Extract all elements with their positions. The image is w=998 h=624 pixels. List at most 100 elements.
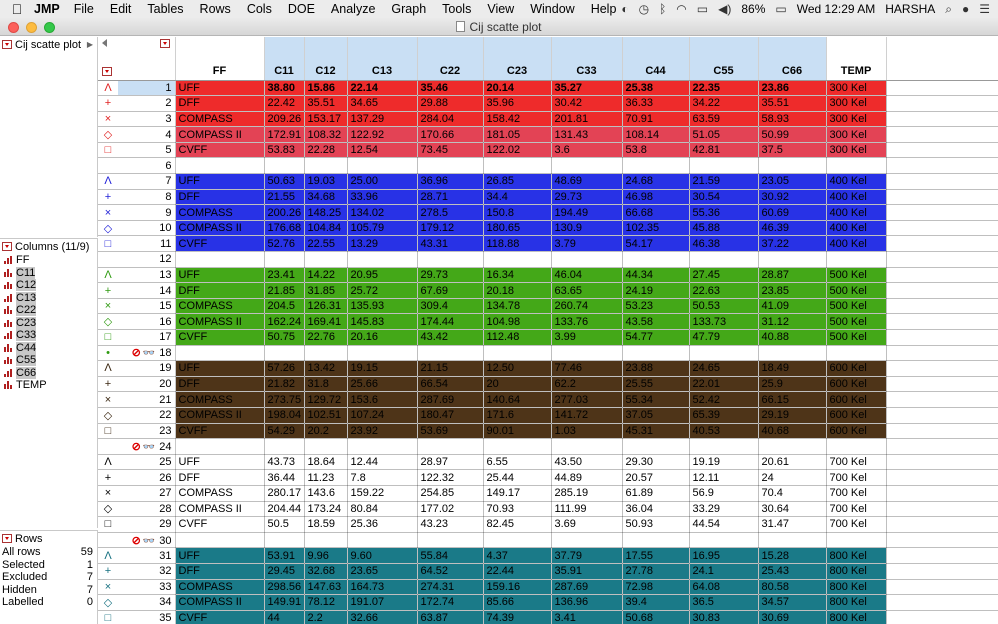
- cell-c66[interactable]: 30.69: [758, 610, 827, 624]
- column-item-c44[interactable]: C44: [0, 341, 97, 355]
- cell-c12[interactable]: 104.84: [304, 220, 348, 237]
- cell-c33[interactable]: 3.99: [551, 329, 623, 346]
- cell-c11[interactable]: 29.45: [264, 563, 305, 580]
- table-row[interactable]: +32 DFF 29.45 32.68 23.65 64.52 22.44 35.91 27.7…: [98, 563, 998, 580]
- cell-c44[interactable]: 37.05: [622, 407, 690, 424]
- cell-c11[interactable]: 36.44: [264, 469, 305, 486]
- cell-c13[interactable]: 7.8: [347, 469, 418, 486]
- cell-empty[interactable]: [886, 142, 998, 159]
- cell-c22[interactable]: 174.44: [417, 313, 484, 330]
- cell-c12[interactable]: [304, 345, 348, 362]
- cell-c55[interactable]: 133.73: [689, 313, 759, 330]
- cell-c22[interactable]: 63.87: [417, 610, 484, 624]
- cell-temp[interactable]: 300 Kel: [826, 80, 887, 97]
- cell-c11[interactable]: [264, 532, 305, 549]
- cell-c13[interactable]: 137.29: [347, 111, 418, 128]
- column-header-c55[interactable]: C55: [689, 37, 759, 81]
- cell-ff[interactable]: [175, 532, 265, 549]
- cell-empty[interactable]: [886, 111, 998, 128]
- table-row[interactable]: □ 17 CVFF 50.75 22.76 20.16 43.42 112.48 3.99 54.…: [98, 329, 998, 346]
- notification-center-icon[interactable]: ☰: [979, 2, 990, 16]
- cell-c44[interactable]: 27.78: [622, 563, 690, 580]
- cell-c33[interactable]: 130.9: [551, 220, 623, 237]
- cell-c22[interactable]: 35.46: [417, 80, 484, 97]
- cell-c44[interactable]: [622, 438, 690, 455]
- cell-c23[interactable]: 35.96: [483, 95, 552, 112]
- cell-c55[interactable]: 47.79: [689, 329, 759, 346]
- menu-help[interactable]: Help: [591, 2, 617, 16]
- cell-c23[interactable]: 22.44: [483, 563, 552, 580]
- column-item-ff[interactable]: FF: [0, 254, 97, 267]
- cell-ff[interactable]: [175, 438, 265, 455]
- cell-c13[interactable]: 12.54: [347, 142, 418, 159]
- cell-c55[interactable]: 30.83: [689, 610, 759, 624]
- cell-c33[interactable]: 285.19: [551, 485, 623, 502]
- cell-c44[interactable]: [622, 532, 690, 549]
- cell-c23[interactable]: 159.16: [483, 579, 552, 596]
- cell-empty[interactable]: [886, 126, 998, 143]
- cell-empty[interactable]: [886, 345, 998, 362]
- row-number[interactable]: 23: [118, 423, 176, 440]
- cell-c44[interactable]: 25.38: [622, 80, 690, 97]
- table-row[interactable]: □ 23 CVFF 54.29 20.2 23.92 53.69 90.01 1.03 45.31…: [98, 423, 998, 440]
- cell-temp[interactable]: 700 Kel: [826, 501, 887, 518]
- wifi-icon[interactable]: ◠: [676, 2, 686, 16]
- cell-c11[interactable]: 52.76: [264, 235, 305, 253]
- cell-c44[interactable]: 20.57: [622, 469, 690, 486]
- cell-c22[interactable]: 287.69: [417, 391, 484, 408]
- row-number[interactable]: 1: [118, 80, 176, 97]
- cell-c66[interactable]: [758, 438, 827, 455]
- cell-c12[interactable]: 102.51: [304, 407, 348, 424]
- cell-c12[interactable]: 15.86: [304, 80, 348, 97]
- cell-c55[interactable]: [689, 532, 759, 549]
- cell-c66[interactable]: 80.58: [758, 579, 827, 596]
- cell-ff[interactable]: COMPASS: [175, 204, 265, 221]
- column-header-c23[interactable]: C23: [483, 37, 552, 81]
- cell-temp[interactable]: 800 Kel: [826, 579, 887, 596]
- cell-c55[interactable]: [689, 157, 759, 175]
- cell-c22[interactable]: 170.66: [417, 126, 484, 143]
- cell-empty[interactable]: [886, 204, 998, 221]
- cell-c12[interactable]: 148.25: [304, 204, 348, 221]
- cell-c11[interactable]: 43.73: [264, 454, 305, 471]
- cell-c22[interactable]: 28.97: [417, 454, 484, 471]
- cell-c11[interactable]: 21.82: [264, 376, 305, 393]
- cell-temp[interactable]: 500 Kel: [826, 267, 887, 284]
- cell-ff[interactable]: DFF: [175, 563, 265, 580]
- cell-temp[interactable]: 500 Kel: [826, 298, 887, 315]
- cell-ff[interactable]: COMPASS: [175, 298, 265, 315]
- cell-empty[interactable]: [886, 360, 998, 377]
- cell-c11[interactable]: 172.91: [264, 126, 305, 143]
- run-script-arrow-icon[interactable]: ▶: [87, 40, 93, 49]
- row-number[interactable]: 22: [118, 407, 176, 424]
- column-item-c66[interactable]: C66: [0, 366, 97, 380]
- cell-ff[interactable]: COMPASS II: [175, 220, 265, 237]
- table-row[interactable]: Λ 1 UFF 38.80 15.86 22.14 35.46 20.14 35.27 25.38…: [98, 80, 998, 97]
- menu-file[interactable]: File: [74, 2, 94, 16]
- cell-c11[interactable]: 298.56: [264, 579, 305, 596]
- cell-temp[interactable]: 700 Kel: [826, 454, 887, 471]
- cell-empty[interactable]: [886, 407, 998, 424]
- row-number[interactable]: 29: [118, 516, 176, 533]
- cell-c44[interactable]: 50.93: [622, 516, 690, 533]
- cell-temp[interactable]: 300 Kel: [826, 142, 887, 159]
- cell-empty[interactable]: [886, 532, 998, 549]
- cell-c55[interactable]: 46.38: [689, 235, 759, 253]
- cell-c55[interactable]: 64.08: [689, 579, 759, 596]
- cell-ff[interactable]: COMPASS: [175, 391, 265, 408]
- cell-ff[interactable]: CVFF: [175, 142, 265, 159]
- cell-c55[interactable]: [689, 345, 759, 362]
- cell-empty[interactable]: [886, 485, 998, 502]
- cell-c22[interactable]: 274.31: [417, 579, 484, 596]
- cell-ff[interactable]: COMPASS II: [175, 407, 265, 424]
- cell-empty[interactable]: [886, 95, 998, 112]
- column-header-c12[interactable]: C12: [304, 37, 348, 81]
- rows-header-disclosure-icon[interactable]: [102, 66, 112, 76]
- cell-c23[interactable]: 112.48: [483, 329, 552, 346]
- menu-rows[interactable]: Rows: [200, 2, 231, 16]
- column-item-c12[interactable]: C12: [0, 279, 97, 292]
- cell-c23[interactable]: 158.42: [483, 111, 552, 128]
- column-header-c13[interactable]: C13: [347, 37, 418, 81]
- cell-empty[interactable]: [886, 454, 998, 471]
- cell-c44[interactable]: 23.88: [622, 360, 690, 377]
